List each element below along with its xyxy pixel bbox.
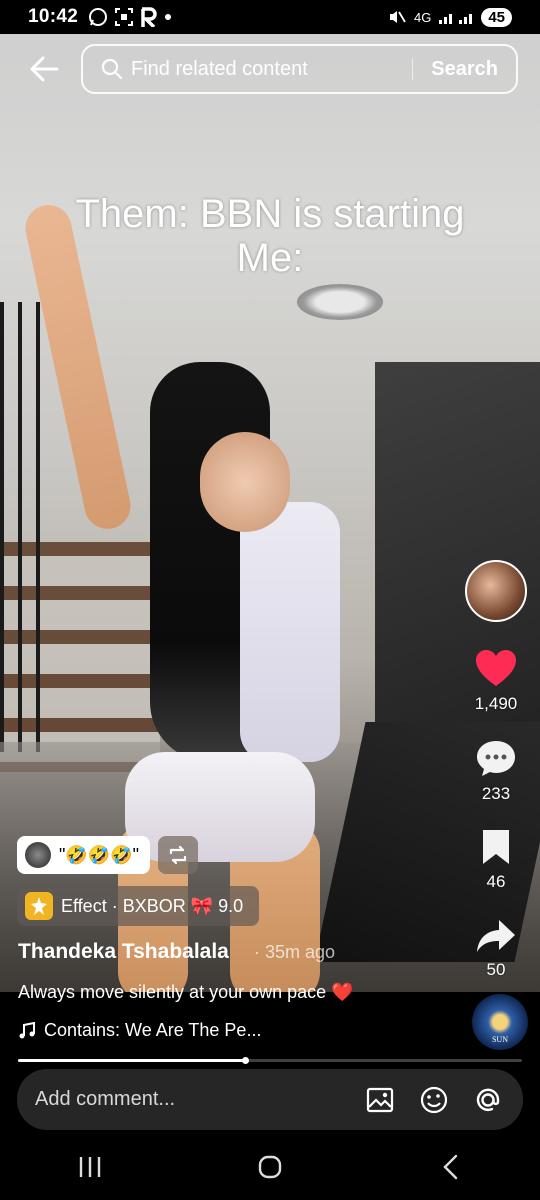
- status-right-icons: 4G 45: [388, 7, 512, 27]
- music-info[interactable]: Contains: We Are The Pe...: [18, 1020, 261, 1041]
- save-button[interactable]: 46: [480, 828, 512, 892]
- home-icon: [258, 1155, 282, 1179]
- comment-count: 233: [481, 784, 511, 803]
- recent-apps-icon: [79, 1157, 101, 1177]
- progress-knob[interactable]: [241, 1057, 249, 1064]
- reaction-avatar: [25, 842, 51, 868]
- emoji-icon: [420, 1086, 448, 1113]
- bookmark-icon: [483, 830, 509, 864]
- like-button[interactable]: 1,490: [474, 648, 518, 714]
- repost-icon: [169, 845, 187, 865]
- music-disc-icon[interactable]: SUN: [472, 994, 528, 1050]
- comment-icon: [477, 741, 515, 776]
- at-mention-icon: [476, 1088, 500, 1111]
- video-rail-shape: [0, 302, 48, 752]
- caption-line: Me:: [236, 236, 304, 280]
- mention-button[interactable]: [471, 1083, 505, 1117]
- signal-icon: [439, 14, 473, 24]
- like-count: 1,490: [474, 694, 518, 713]
- progress-fill: [18, 1059, 245, 1062]
- creator-avatar[interactable]: [465, 560, 527, 622]
- caption-line: Them: BBN is starting: [75, 192, 465, 236]
- recent-apps-button[interactable]: [60, 1145, 120, 1189]
- status-left-icons: [88, 7, 172, 27]
- video-progress-bar[interactable]: [18, 1057, 522, 1064]
- share-arrow-icon: [477, 920, 515, 952]
- save-count: 46: [486, 872, 506, 891]
- dot-icon: [165, 14, 172, 20]
- repost-button[interactable]: [158, 836, 198, 874]
- video-face-shape: [200, 432, 290, 532]
- r-app-icon: [141, 7, 157, 27]
- search-button[interactable]: Search: [431, 58, 498, 81]
- network-type: 4G: [413, 9, 432, 25]
- search-input[interactable]: Find related content: [131, 58, 412, 81]
- image-button[interactable]: [363, 1083, 397, 1117]
- comment-button[interactable]: 233: [475, 738, 517, 804]
- search-bar[interactable]: Find related content Search: [81, 44, 518, 94]
- image-icon: [366, 1087, 394, 1112]
- video-caption: Them: BBN is starting Me:: [0, 192, 540, 280]
- search-icon: [101, 58, 123, 80]
- back-icon: [443, 1154, 458, 1180]
- back-button[interactable]: [24, 49, 64, 89]
- arrow-left-icon: [30, 56, 59, 82]
- mute-icon: [389, 11, 406, 23]
- system-back-button[interactable]: [420, 1145, 480, 1189]
- system-nav-bar: [0, 1134, 540, 1200]
- whatsapp-icon: [89, 8, 108, 26]
- creator-username[interactable]: Thandeka Tshabalala: [18, 940, 229, 964]
- top-search-row: Find related content Search: [0, 42, 540, 96]
- heart-icon: [476, 650, 516, 686]
- reaction-text: "🤣🤣🤣": [59, 844, 140, 865]
- music-title: Contains: We Are The Pe...: [44, 1020, 262, 1040]
- action-column: 1,490 233 46 50: [464, 560, 528, 980]
- reaction-chip[interactable]: "🤣🤣🤣": [17, 836, 150, 874]
- post-time: · 35m ago: [254, 942, 336, 962]
- video-ceiling-lamp-shape: [297, 284, 383, 320]
- video-shirt-shape: [240, 502, 340, 762]
- effect-icon: [25, 892, 53, 920]
- status-bar: 10:42 4G 45: [0, 0, 540, 34]
- post-description: Always move silently at your own pace ❤️: [18, 982, 354, 1002]
- share-count: 50: [486, 960, 506, 979]
- video-shorts-shape: [125, 752, 315, 862]
- emoji-button[interactable]: [417, 1083, 451, 1117]
- effect-label: Effect · BXBOR 🎀 9.0: [61, 895, 244, 916]
- home-button[interactable]: [240, 1145, 300, 1189]
- comment-input[interactable]: Add comment...: [35, 1088, 343, 1111]
- share-button[interactable]: 50: [475, 918, 517, 980]
- screenshot-icon: [115, 8, 134, 26]
- comment-bar[interactable]: Add comment...: [17, 1069, 523, 1130]
- effect-chip[interactable]: Effect · BXBOR 🎀 9.0: [17, 886, 259, 926]
- music-note-icon: [19, 1021, 35, 1038]
- status-time: 10:42: [28, 6, 79, 27]
- search-divider: [412, 58, 414, 80]
- battery-indicator: 45: [481, 7, 512, 27]
